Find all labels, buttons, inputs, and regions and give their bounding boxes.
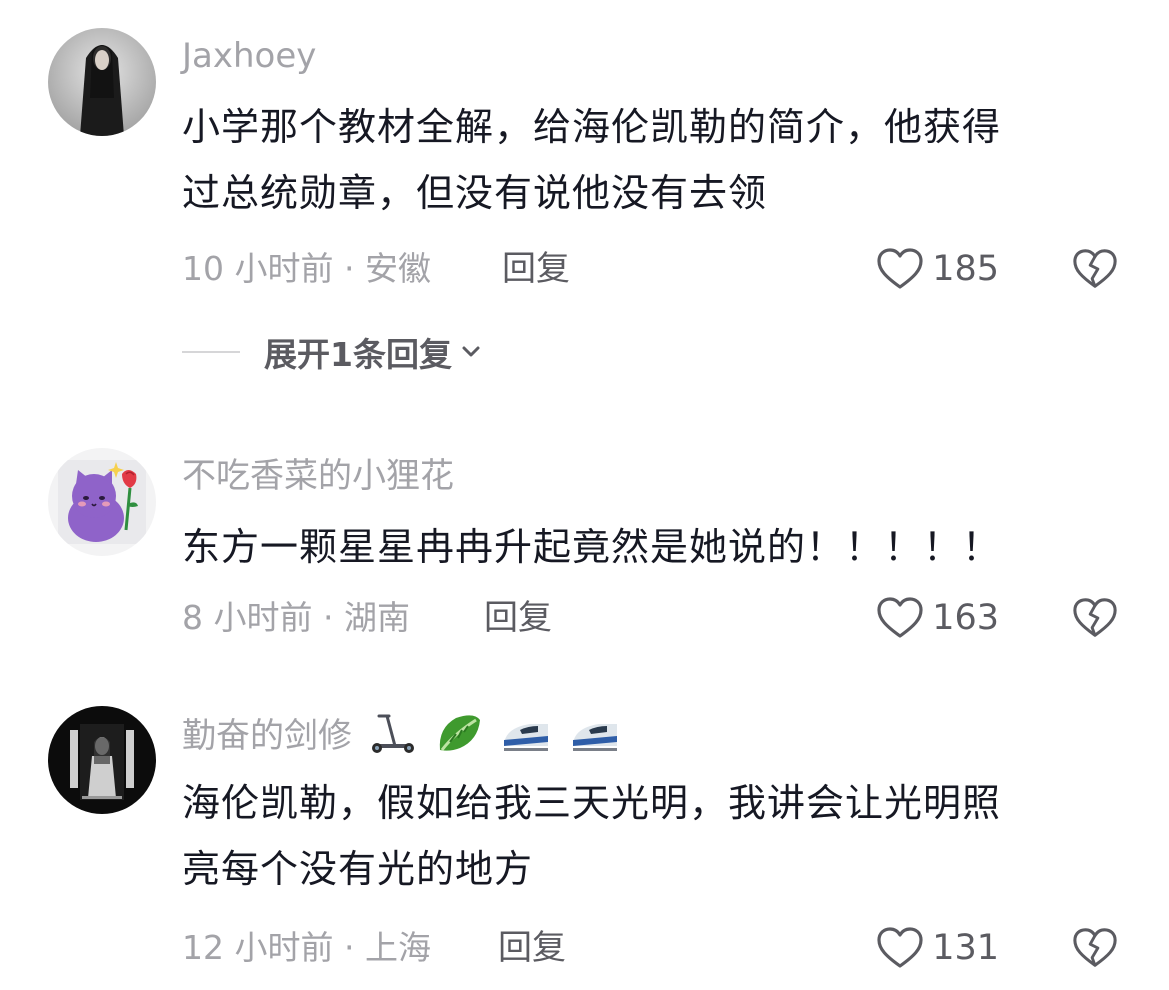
avatar[interactable]: [48, 28, 156, 136]
like-button[interactable]: 163: [876, 596, 999, 640]
comment-meta: 8 小时前 · 湖南: [182, 596, 410, 640]
reply-button[interactable]: 回复: [484, 596, 552, 640]
like-button[interactable]: 185: [876, 247, 999, 291]
comment-text-line: 东方一颗星星冉冉升起竟然是她说的！！！！！: [182, 525, 1002, 569]
like-count: 163: [932, 598, 999, 638]
expand-replies-button[interactable]: 展开1条回复: [182, 330, 482, 374]
location: 上海: [364, 928, 431, 967]
username-emojis: [369, 710, 627, 765]
divider-line: [182, 351, 240, 353]
dislike-button[interactable]: [1072, 247, 1118, 291]
meta-separator: ·: [312, 598, 344, 637]
scooter-emoji-icon: [369, 710, 417, 765]
expand-replies-label: 展开1条回复: [264, 335, 452, 374]
broken-heart-icon: [1073, 598, 1117, 637]
username[interactable]: 不吃香菜的小狸花: [182, 456, 454, 496]
avatar[interactable]: [48, 706, 156, 814]
heart-icon: [877, 927, 923, 968]
timestamp: 10 小时前: [182, 249, 334, 288]
meta-separator: ·: [333, 928, 365, 967]
purple-cat-with-rose-avatar-icon: [48, 448, 156, 556]
timestamp: 8 小时前: [182, 598, 313, 637]
location: 安徽: [364, 249, 431, 288]
heart-icon: [877, 597, 923, 638]
chevron-down-icon: [462, 346, 480, 357]
avatar[interactable]: [48, 448, 156, 556]
meta-separator: ·: [333, 249, 365, 288]
like-count: 185: [932, 249, 999, 289]
location: 湖南: [343, 598, 410, 637]
comment-text: 东方一颗星星冉冉升起竟然是她说的！！！！！: [182, 514, 1122, 580]
comment-text: 小学那个教材全解，给海伦凯勒的简介，他获得 过总统勋章，但没有说他没有去领: [182, 94, 1122, 226]
dark-robed-figure-avatar-icon: [48, 28, 156, 136]
timestamp: 12 小时前: [182, 928, 334, 967]
leafy-green-emoji-icon: [434, 710, 484, 765]
bullet-train-emoji-icon: [569, 710, 621, 765]
comment-text-line: 过总统勋章，但没有说他没有去领: [182, 171, 768, 215]
like-button[interactable]: 131: [876, 926, 999, 970]
dislike-button[interactable]: [1072, 596, 1118, 640]
heart-icon: [877, 248, 923, 289]
bullet-train-emoji-icon: [500, 710, 552, 765]
reply-button[interactable]: 回复: [498, 926, 566, 970]
comment-text-line: 小学那个教材全解，给海伦凯勒的简介，他获得: [182, 105, 1002, 149]
comment-meta: 12 小时前 · 上海: [182, 926, 431, 970]
broken-heart-icon: [1073, 928, 1117, 967]
comment-text: 海伦凯勒，假如给我三天光明，我讲会让光明照 亮每个没有光的地方: [182, 770, 1122, 902]
username[interactable]: Jaxhoey: [182, 36, 316, 76]
dislike-button[interactable]: [1072, 926, 1118, 970]
like-count: 131: [932, 928, 999, 968]
reply-button[interactable]: 回复: [502, 247, 570, 291]
dark-window-figure-avatar-icon: [48, 706, 156, 814]
comment-meta: 10 小时前 · 安徽: [182, 247, 431, 291]
comment-text-line: 亮每个没有光的地方: [182, 847, 534, 891]
username-text: 勤奋的剑修: [182, 716, 352, 756]
broken-heart-icon: [1073, 249, 1117, 288]
username[interactable]: 勤奋的剑修: [182, 710, 627, 765]
comment-text-line: 海伦凯勒，假如给我三天光明，我讲会让光明照: [182, 781, 1002, 825]
